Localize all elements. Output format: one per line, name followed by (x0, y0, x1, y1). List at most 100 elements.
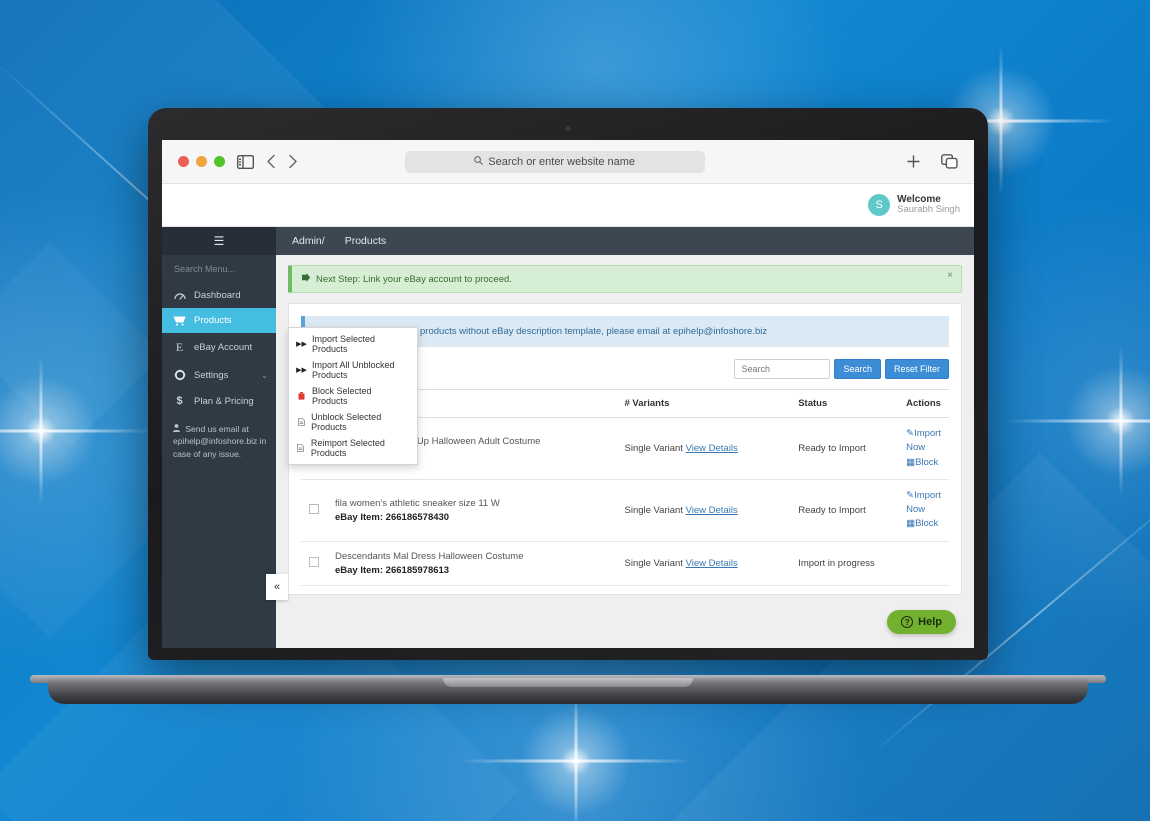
minimize-window-button[interactable] (196, 156, 207, 167)
laptop-base (48, 678, 1088, 704)
import-now-link[interactable]: ✎Import Now (906, 489, 941, 518)
sidebar-item-settings[interactable]: Settings ⌄ (162, 362, 276, 388)
product-ebay-item: eBay Item: 266186578430 (335, 511, 450, 523)
question-mark-icon: ? (901, 616, 914, 628)
product-title: Descendants Mal Dress Halloween Costume (335, 550, 524, 562)
browser-toolbar: Search or enter website name (162, 140, 974, 184)
success-alert-text: Next Step: Link your eBay account to pro… (316, 273, 512, 285)
import-now-link[interactable]: ✎Import Now (906, 427, 941, 456)
block-file-icon: ▦ (906, 518, 916, 530)
column-header-variants: # Variants (616, 389, 791, 418)
menu-item-unblock-selected[interactable]: Unblock Selected Products (289, 409, 417, 435)
row-checkbox[interactable] (309, 503, 319, 514)
view-details-link[interactable]: View Details (686, 443, 738, 454)
login-arrow-icon (302, 273, 311, 285)
breadcrumb-current: Products (344, 235, 387, 247)
user-name: Saurabh Singh (897, 204, 960, 216)
address-bar-placeholder: Search or enter website name (488, 155, 636, 168)
help-button-label: Help (918, 616, 942, 628)
sidebar-item-label: Dashboard (194, 290, 241, 301)
block-link[interactable]: ▦Block (906, 517, 941, 531)
sidebar-hamburger-button[interactable]: ☰ (162, 227, 276, 255)
cart-icon (173, 315, 186, 326)
dollar-icon: $ (176, 395, 183, 407)
tab-overview-icon[interactable] (941, 154, 958, 169)
sidebar-item-products[interactable]: Products (162, 308, 276, 333)
row-actions-cell (898, 541, 949, 586)
sidebar-item-label: Products (194, 315, 232, 326)
variant-count: Single Variant (624, 442, 683, 454)
back-arrow-icon[interactable] (266, 154, 276, 169)
macbook-air-mockup: MacBook Air (0, 0, 1150, 821)
product-title: fila women's athletic sneaker size 11 W (335, 497, 500, 509)
browser-address-bar[interactable]: Search or enter website name (404, 150, 705, 173)
sidebar-support-note: Send us email at epihelp@infoshore.biz i… (162, 414, 276, 460)
row-actions-cell: ✎Import Now ▦Block (898, 417, 949, 480)
help-button[interactable]: ? Help (887, 610, 956, 634)
row-variants-cell: Single Variant View Details (616, 479, 791, 542)
search-icon (474, 155, 484, 168)
app-header: S Welcome Saurabh Singh (162, 184, 974, 227)
sidebar-item-label: eBay Account (194, 342, 253, 353)
block-link[interactable]: ▦Block (906, 456, 941, 470)
row-checkbox[interactable] (309, 556, 319, 567)
ebay-letter-icon: E (175, 340, 184, 354)
sidebar: ☰ Search Menu... Dashboard Products E eB… (162, 227, 288, 648)
user-icon (173, 424, 182, 434)
menu-item-label: Unblock Selected Products (311, 412, 382, 432)
view-details-link[interactable]: View Details (686, 558, 738, 569)
forward-arrow-icon[interactable] (288, 154, 298, 169)
sidebar-item-plan-pricing[interactable]: $ Plan & Pricing (162, 388, 276, 414)
chevron-down-icon: ⌄ (261, 370, 268, 380)
sidebar-search-input[interactable]: Search Menu... (162, 255, 276, 283)
main-content: Admin/ Products Next Step: Link your eBa… (276, 227, 974, 648)
user-menu[interactable]: S Welcome Saurabh Singh (868, 194, 960, 216)
row-checkbox-cell[interactable] (301, 541, 327, 586)
view-details-link[interactable]: View Details (686, 505, 738, 516)
menu-item-import-selected[interactable]: ▶▶ Import Selected Products (289, 331, 417, 357)
menu-item-block-selected[interactable]: Block Selected Products (289, 383, 417, 409)
window-controls[interactable] (178, 156, 225, 167)
menu-item-import-all-unblocked[interactable]: ▶▶ Import All Unblocked Products (289, 357, 417, 383)
plus-icon[interactable] (906, 154, 921, 169)
row-product-cell: fila women's athletic sneaker size 11 W … (327, 479, 617, 542)
variant-count: Single Variant (624, 557, 683, 569)
sidebar-item-label: Plan & Pricing (194, 395, 254, 407)
menu-item-label: Import Selected Products (312, 334, 376, 354)
column-header-status: Status (790, 389, 899, 418)
sidebar-toggle-icon[interactable] (237, 154, 254, 169)
table-row: fila women's athletic sneaker size 11 W … (301, 479, 949, 542)
row-status-cell: Ready to Import (790, 479, 899, 542)
row-variants-cell: Single Variant View Details (616, 541, 791, 586)
search-button[interactable]: Search (834, 358, 881, 379)
file-icon (297, 444, 305, 452)
avatar: S (868, 193, 891, 216)
filter-group: Search Reset Filter (734, 358, 949, 379)
maximize-window-button[interactable] (214, 156, 225, 167)
breadcrumb-parent[interactable]: Admin/ (292, 235, 325, 247)
search-input[interactable] (734, 358, 831, 379)
sidebar-item-ebay-account[interactable]: E eBay Account (162, 333, 276, 362)
row-status-cell: Ready to Import (790, 417, 899, 480)
row-checkbox-cell[interactable] (301, 479, 327, 542)
reset-filter-button[interactable]: Reset Filter (884, 358, 949, 379)
actions-dropdown-menu[interactable]: ▶▶ Import Selected Products ▶▶ Import Al… (288, 327, 418, 465)
laptop-screen: Search or enter website name S Welcome S… (162, 140, 974, 648)
column-header-actions: Actions (898, 389, 949, 418)
row-actions-cell: ✎Import Now ▦Block (898, 479, 949, 542)
block-label: Block (915, 518, 939, 530)
row-variants-cell: Single Variant View Details (616, 417, 791, 480)
close-window-button[interactable] (178, 156, 189, 167)
menu-item-reimport-selected[interactable]: Reimport Selected Products (289, 435, 417, 461)
product-ebay-item: eBay Item: 266185978613 (335, 564, 450, 576)
fast-forward-icon: ▶▶ (296, 367, 307, 374)
trash-icon (297, 392, 306, 400)
breadcrumb: Admin/ Products (276, 227, 974, 255)
hamburger-icon: ☰ (213, 234, 225, 248)
webcam (565, 126, 571, 131)
sidebar-item-dashboard[interactable]: Dashboard (162, 283, 276, 308)
menu-item-label: Import All Unblocked Products (312, 360, 395, 380)
file-icon (297, 418, 305, 426)
close-icon[interactable]: × (947, 270, 953, 281)
variant-count: Single Variant (624, 504, 683, 516)
